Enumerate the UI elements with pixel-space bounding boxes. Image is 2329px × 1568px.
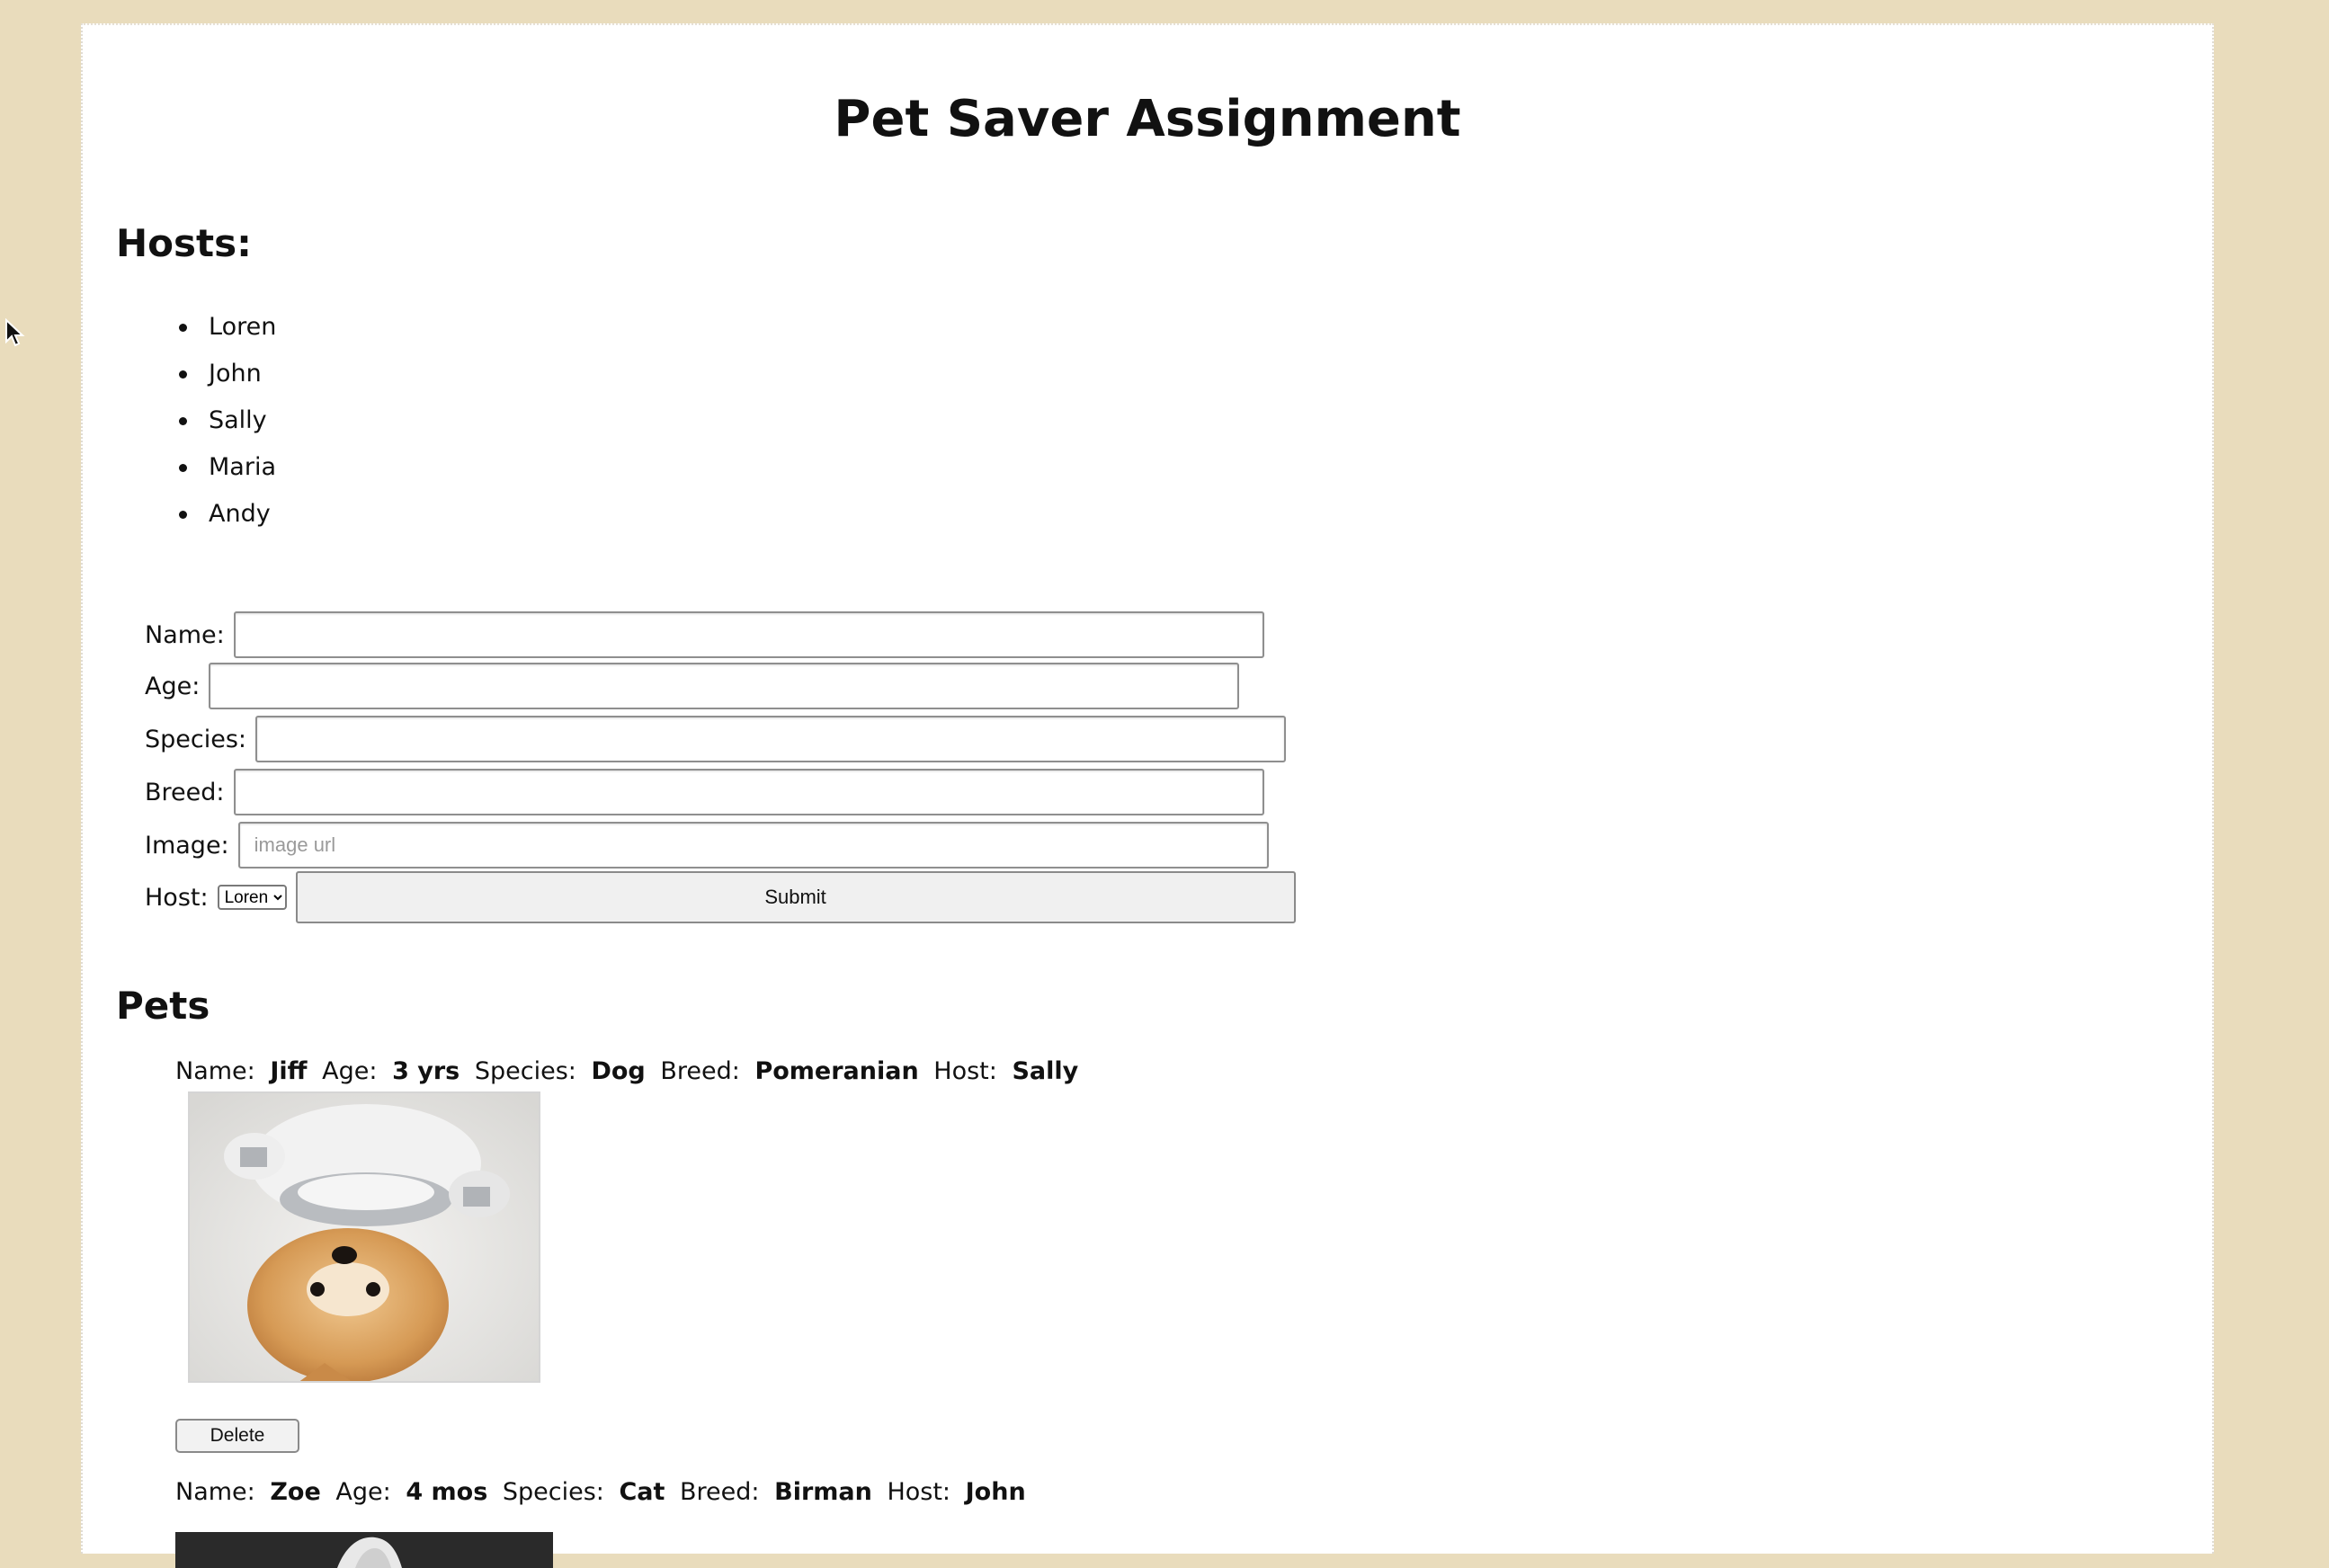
pet-photo-cat-illustration [175,1532,553,1568]
pet-photo-cat [175,1532,553,1568]
name-input[interactable] [233,611,1264,658]
host-list-item: Sally [116,397,276,444]
species-row: Species: [145,713,1287,765]
breed-label: Breed: [145,778,225,806]
image-row: Image: [145,819,1269,871]
pet-age-value: 3 yrs [392,1057,460,1085]
host-select[interactable]: Loren [217,885,287,910]
pet-name-label: Name: [175,1478,255,1506]
pet-breed-value: Pomeranian [754,1057,919,1085]
species-label: Species: [145,725,247,753]
pet-species-value: Dog [591,1057,646,1085]
pet-species-label: Species: [502,1478,604,1506]
pet-info-row: Name: Jiff Age: 3 yrs Species: Dog Breed… [175,1057,1078,1085]
hosts-heading: Hosts: [116,221,252,265]
page-title: Pet Saver Assignment [834,90,1461,148]
pets-heading: Pets [116,984,210,1028]
host-row: Host: Loren Submit [145,871,1296,923]
host-list: Loren John Sally Maria Andy [116,304,276,538]
pet-age-label: Age: [322,1057,378,1085]
pet-breed-label: Breed: [680,1478,760,1506]
page-content: Pet Saver Assignment Hosts: Loren John S… [81,23,2214,1568]
pet-photo-dog-illustration [190,1093,539,1381]
pet-species-value: Cat [619,1478,665,1506]
name-label: Name: [145,620,225,649]
mouse-pointer-icon [5,318,25,347]
pet-host-value: Sally [1012,1057,1079,1085]
pet-name-label: Name: [175,1057,255,1085]
name-row: Name: [145,609,1264,661]
breed-row: Breed: [145,766,1264,818]
pet-info-row: Name: Zoe Age: 4 mos Species: Cat Breed:… [175,1478,1026,1506]
host-list-item: Andy [116,491,276,538]
pet-breed-label: Breed: [660,1057,740,1085]
pet-age-value: 4 mos [406,1478,488,1506]
age-label: Age: [145,672,201,700]
pet-host-value: John [965,1478,1026,1506]
image-url-input[interactable] [237,822,1269,869]
submit-button[interactable]: Submit [295,871,1296,923]
pet-breed-value: Birman [774,1478,872,1506]
pet-species-label: Species: [474,1057,576,1085]
age-input[interactable] [209,663,1240,709]
delete-button[interactable]: Delete [175,1419,299,1453]
pet-host-label: Host: [887,1478,951,1506]
pet-name-value: Jiff [270,1057,308,1085]
age-row: Age: [145,660,1240,712]
host-list-item: Maria [116,444,276,491]
host-label: Host: [145,883,209,912]
pet-name-value: Zoe [270,1478,321,1506]
host-list-item: Loren [116,304,276,351]
pet-host-label: Host: [933,1057,997,1085]
species-input[interactable] [255,716,1287,762]
image-label: Image: [145,831,229,860]
host-list-item: John [116,351,276,397]
pet-photo-dog [188,1091,540,1383]
breed-input[interactable] [233,769,1264,815]
pet-age-label: Age: [335,1478,391,1506]
